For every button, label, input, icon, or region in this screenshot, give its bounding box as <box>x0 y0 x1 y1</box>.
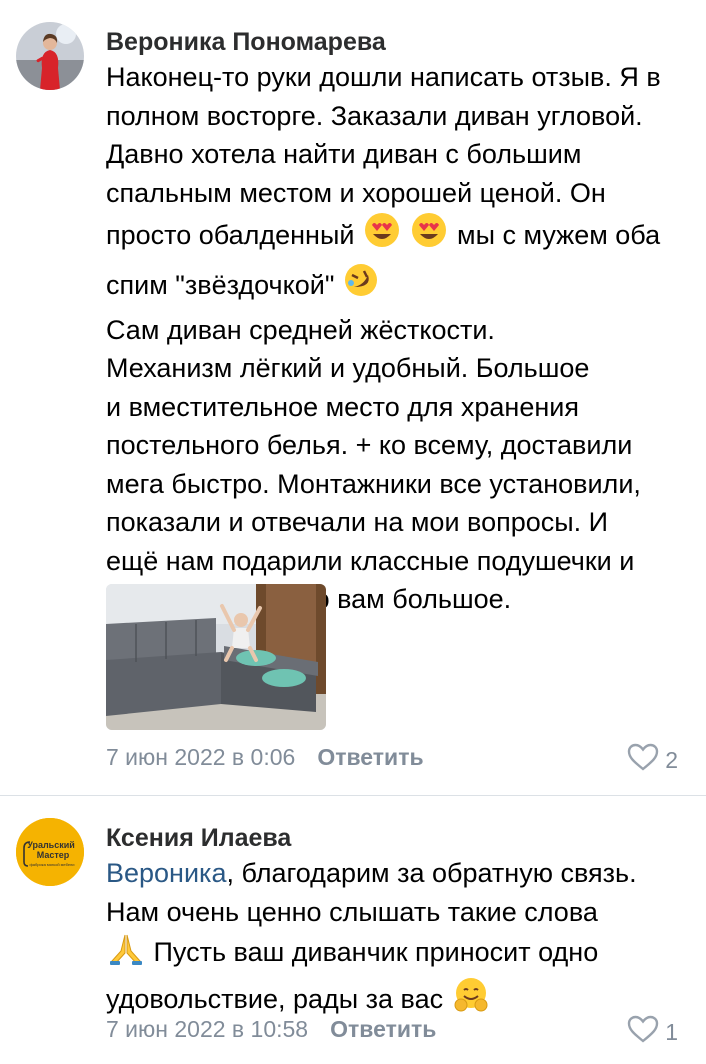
text-fragment: просто обалденный <box>106 220 355 251</box>
heart-outline-icon <box>627 743 659 777</box>
hugging-face-emoji <box>453 977 489 1025</box>
text-line: Давно хотела найти диван с большим <box>106 139 582 169</box>
attached-photo[interactable] <box>106 584 326 730</box>
heart-eyes-emoji <box>411 212 447 262</box>
logo-text: фабрика мягкой мебели <box>29 862 74 867</box>
brand-logo-avatar[interactable]: Уральский Мастер фабрика мягкой мебели <box>16 818 84 886</box>
text-line: Вероника, благодарим за обратную связь. <box>106 854 691 893</box>
rolling-laughing-emoji <box>344 263 378 311</box>
comment-veronika: Вероника Пономарева Наконец-то руки дошл… <box>0 0 706 795</box>
like-button[interactable]: 1 <box>627 1015 678 1049</box>
text-line: спим "звёздочкой" <box>106 262 691 311</box>
text-line: просто обалденный мы с мужем оба <box>106 212 691 262</box>
like-button[interactable]: 2 <box>627 743 678 777</box>
text-line: мега быстро. Монтажники все установили, <box>106 468 641 499</box>
comment-date[interactable]: 7 июн 2022 в 0:06 <box>106 744 295 770</box>
text-line: и вместительное место для хранения <box>106 391 579 422</box>
text-line: постельного белья. + ко всему, доставили <box>106 430 633 461</box>
avatar[interactable] <box>16 22 84 90</box>
comment-meta: 7 июн 2022 в 10:58 Ответить <box>106 1016 436 1043</box>
text-fragment: удовольствие, рады за вас <box>106 984 444 1015</box>
text-line: показали и отвечали на мои вопросы. И <box>106 507 609 538</box>
text-line: спальным местом и хорошей ценой. Он <box>106 177 606 208</box>
comment-author[interactable]: Ксения Илаева <box>106 824 291 853</box>
like-count: 2 <box>665 746 678 773</box>
comment-ksenia: Уральский Мастер фабрика мягкой мебели К… <box>0 796 706 1064</box>
like-count: 1 <box>665 1018 678 1045</box>
folded-hands-emoji <box>108 931 144 977</box>
comment-meta: 7 июн 2022 в 0:06 Ответить <box>106 744 424 771</box>
heart-outline-icon <box>627 1015 659 1049</box>
comment-text: Вероника, благодарим за обратную связь. … <box>106 854 691 1025</box>
text-line: ещё нам подарили классные подушечки и <box>106 545 635 576</box>
comment-author[interactable]: Вероника Пономарева <box>106 28 386 57</box>
text-fragment: Пусть ваш диванчик приносит одно <box>153 937 599 968</box>
mention-link[interactable]: Вероника <box>106 858 226 888</box>
logo-text: Уральский <box>27 840 75 850</box>
text-fragment: , благодарим за обратную связь. <box>226 858 637 888</box>
comment-text: Наконец-то руки дошли написать отзыв. Я … <box>106 58 691 619</box>
text-fragment: мы с мужем оба <box>457 220 661 251</box>
text-line: Пусть ваш диванчик приносит одно <box>106 931 691 977</box>
comment-date[interactable]: 7 июн 2022 в 10:58 <box>106 1016 308 1042</box>
reply-button[interactable]: Ответить <box>317 744 423 770</box>
heart-eyes-emoji <box>364 212 400 262</box>
text-line: Нам очень ценно слышать такие слова <box>106 896 598 927</box>
text-line: Наконец-то руки дошли написать отзыв. Я … <box>106 62 661 92</box>
text-line: Сам диван средней жёсткости. <box>106 314 495 345</box>
reply-button[interactable]: Ответить <box>330 1016 436 1042</box>
text-line: Механизм лёгкий и удобный. Большое <box>106 353 590 384</box>
logo-text: Мастер <box>37 850 70 860</box>
text-line: полном восторге. Заказали диван угловой. <box>106 100 643 131</box>
text-fragment: спим "звёздочкой" <box>106 270 335 300</box>
